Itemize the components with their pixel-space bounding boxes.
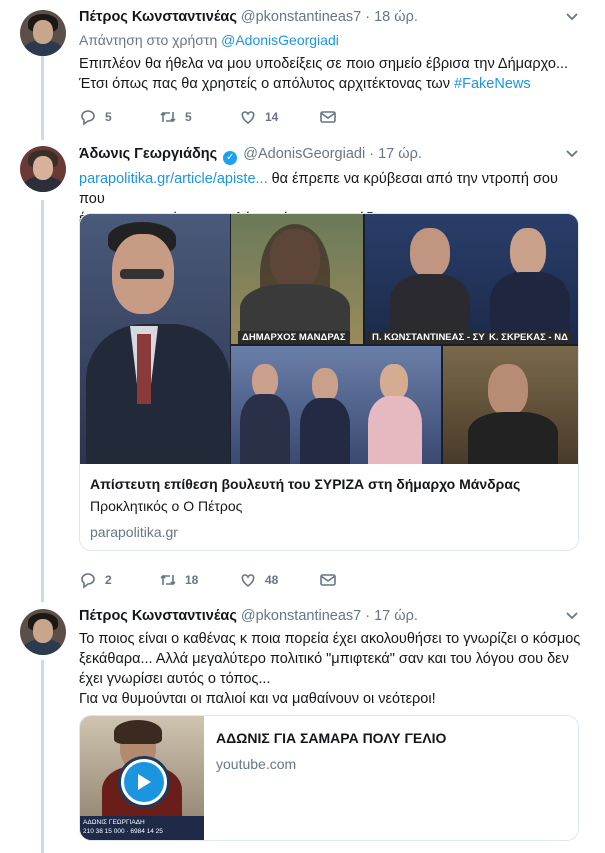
retweet-button[interactable]: 5 — [159, 108, 239, 126]
thread-line — [41, 56, 44, 140]
author-handle[interactable]: @AdonisGeorgiadi — [243, 146, 365, 162]
link-card[interactable]: ΔΗΜΑΡΧΟΣ ΜΑΝΔΡΑΣ Π. ΚΩΝΣΤΑΝΤΙΝΕΑΣ - ΣΥΡΙ… — [79, 213, 579, 551]
video-thumbnail: ΑΔΩΝΙΣ ΓΕΩΡΓΙΑΔΗ 210 38 15 000 · 6984 14… — [80, 716, 204, 840]
hashtag-link[interactable]: #FakeNews — [454, 76, 531, 92]
tweet: Πέτρος Κωνσταντινέας @pkonstantineas7 · … — [79, 8, 584, 94]
envelope-icon — [319, 108, 337, 126]
tweet-actions: 5 5 14 — [79, 108, 399, 126]
reply-icon — [79, 108, 97, 126]
like-button[interactable]: 14 — [239, 108, 319, 126]
heart-icon — [239, 108, 257, 126]
author-name[interactable]: Πέτρος Κωνσταντινέας — [79, 9, 237, 25]
card-domain: parapolitika.gr — [90, 524, 178, 540]
author-handle[interactable]: @pkonstantineas7 — [241, 608, 361, 624]
like-count: 14 — [265, 110, 279, 124]
envelope-icon — [319, 571, 337, 589]
retweet-count: 18 — [185, 573, 199, 587]
card-description: Προκλητικός ο Ο Πέτρος — [90, 498, 243, 514]
thread-line — [41, 200, 44, 602]
tweet-text: Το ποιος είναι ο καθένας κ ποια πορεία έ… — [79, 629, 584, 709]
chevron-down-icon[interactable] — [566, 609, 578, 623]
retweet-icon — [159, 108, 177, 126]
reply-button[interactable]: 5 — [79, 108, 159, 126]
author-handle[interactable]: @pkonstantineas7 — [241, 9, 361, 25]
retweet-icon — [159, 571, 177, 589]
verified-badge-icon: ✓ — [223, 151, 238, 165]
chevron-down-icon[interactable] — [566, 10, 578, 24]
tweet-text-line: Έτσι όπως πας θα χρηστείς ο απόλυτος αρχ… — [79, 74, 584, 94]
avatar[interactable] — [20, 609, 66, 655]
author-name[interactable]: Πέτρος Κωνσταντινέας — [79, 608, 237, 624]
message-button[interactable] — [319, 571, 399, 589]
tv-caption-nd: Κ. ΣΚΡΕΚΑΣ - ΝΔ — [485, 331, 572, 344]
tweet-text: Επιπλέον θα ήθελα να μου υποδείξεις σε π… — [79, 54, 584, 94]
reply-count: 5 — [105, 110, 112, 124]
avatar[interactable] — [20, 10, 66, 56]
youtube-card[interactable]: ΑΔΩΝΙΣ ΓΕΩΡΓΙΑΔΗ 210 38 15 000 · 6984 14… — [79, 715, 579, 841]
play-icon[interactable] — [118, 756, 170, 808]
video-phone: 210 38 15 000 · 6984 14 25 — [83, 828, 163, 835]
tv-caption-mayor: ΔΗΜΑΡΧΟΣ ΜΑΝΔΡΑΣ — [238, 331, 350, 344]
reply-user-link[interactable]: @AdonisGeorgiadi — [221, 32, 339, 48]
article-link[interactable]: parapolitika.gr/article/apiste... — [79, 171, 268, 187]
reply-context: Απάντηση στο χρήστη @AdonisGeorgiadi — [79, 32, 584, 48]
like-count: 48 — [265, 573, 279, 587]
message-button[interactable] — [319, 108, 399, 126]
retweet-count: 5 — [185, 110, 192, 124]
tweet-header: Άδωνις Γεωργιάδης ✓ @AdonisGeorgiadi · 1… — [79, 145, 584, 165]
timestamp[interactable]: · 17 ώρ. — [365, 608, 418, 624]
timestamp[interactable]: · 18 ώρ. — [365, 9, 418, 25]
tweet-header: Πέτρος Κωνσταντινέας @pkonstantineas7 · … — [79, 607, 584, 625]
tweet-text-line: parapolitika.gr/article/apiste... θα έπρ… — [79, 169, 584, 209]
reply-icon — [79, 571, 97, 589]
video-caption: ΑΔΩΝΙΣ ΓΕΩΡΓΙΑΔΗ — [83, 819, 145, 826]
heart-icon — [239, 571, 257, 589]
tweet-actions: 2 18 48 — [79, 571, 399, 589]
avatar[interactable] — [20, 146, 66, 192]
card-title: Απίστευτη επίθεση βουλευτή του ΣΥΡΙΖΑ στ… — [90, 476, 521, 492]
tweet-text-line: ξεκάθαρα... Αλλά μεγαλύτερο πολιτικό "μπ… — [79, 651, 569, 667]
reply-prefix: Απάντηση στο χρήστη — [79, 32, 218, 48]
tweet-text-line: έχει γνωρίσει αυτός ο τόπος... — [79, 671, 271, 687]
video-caption-bar: ΑΔΩΝΙΣ ΓΕΩΡΓΙΑΔΗ 210 38 15 000 · 6984 14… — [80, 816, 204, 840]
like-button[interactable]: 48 — [239, 571, 319, 589]
card-body: ΑΔΩΝΙΣ ΓΙΑ ΣΑΜΑΡΑ ΠΟΛΥ ΓΕΛΙΟ youtube.com — [216, 730, 446, 772]
chevron-down-icon[interactable] — [566, 147, 578, 161]
thread-line — [41, 660, 44, 853]
timestamp[interactable]: · 17 ώρ. — [369, 146, 422, 162]
card-image: ΔΗΜΑΡΧΟΣ ΜΑΝΔΡΑΣ Π. ΚΩΝΣΤΑΝΤΙΝΕΑΣ - ΣΥΡΙ… — [80, 214, 578, 464]
card-domain: youtube.com — [216, 756, 297, 772]
tweet-text-line: Το ποιος είναι ο καθένας κ ποια πορεία έ… — [79, 631, 581, 647]
tweet-text-line: Για να θυμούνται οι παλιοί και να μαθαίν… — [79, 691, 436, 707]
tweet-header: Πέτρος Κωνσταντινέας @pkonstantineas7 · … — [79, 8, 584, 26]
tweet-text-line: Επιπλέον θα ήθελα να μου υποδείξεις σε π… — [79, 56, 569, 72]
card-body: Απίστευτη επίθεση βουλευτή του ΣΥΡΙΖΑ στ… — [80, 464, 578, 550]
author-name[interactable]: Άδωνις Γεωργιάδης — [79, 146, 217, 162]
retweet-button[interactable]: 18 — [159, 571, 239, 589]
tweet-text-span: Έτσι όπως πας θα χρηστείς ο απόλυτος αρχ… — [79, 76, 451, 92]
reply-button[interactable]: 2 — [79, 571, 159, 589]
tweet: Πέτρος Κωνσταντινέας @pkonstantineas7 · … — [79, 607, 584, 709]
reply-count: 2 — [105, 573, 112, 587]
card-title: ΑΔΩΝΙΣ ΓΙΑ ΣΑΜΑΡΑ ΠΟΛΥ ΓΕΛΙΟ — [216, 730, 447, 746]
